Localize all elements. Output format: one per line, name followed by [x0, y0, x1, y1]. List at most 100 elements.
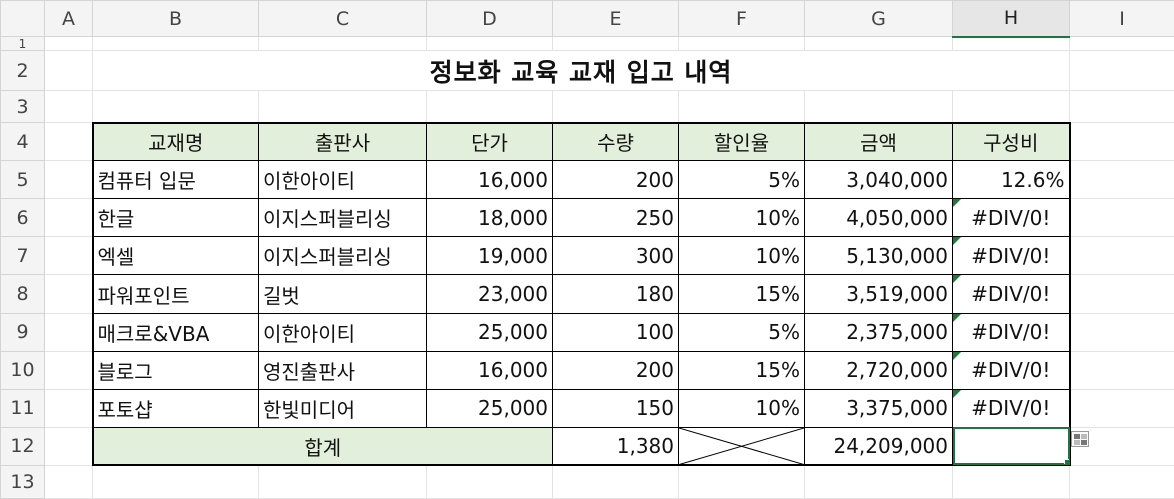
amount-cell[interactable]: 5,130,000 — [804, 236, 953, 276]
discount-cell[interactable]: 5% — [678, 160, 805, 200]
discount-cell[interactable]: 10% — [678, 388, 805, 428]
cell[interactable] — [1069, 350, 1174, 390]
cell[interactable] — [804, 90, 953, 124]
cell[interactable] — [1069, 90, 1174, 124]
price-cell[interactable]: 19,000 — [426, 236, 553, 276]
cell[interactable] — [92, 90, 259, 124]
publisher-cell[interactable]: 이한아이티 — [258, 312, 427, 352]
cell[interactable] — [426, 464, 553, 499]
share-cell[interactable]: #DIV/0! — [952, 350, 1071, 390]
share-cell[interactable]: #DIV/0! — [952, 312, 1071, 352]
price-cell[interactable]: 16,000 — [426, 160, 553, 200]
column-header-c[interactable]: C — [258, 0, 427, 37]
row-header-1[interactable]: 1 — [0, 35, 45, 52]
quick-analysis-icon[interactable] — [1071, 431, 1089, 447]
book-name-cell[interactable]: 포토샵 — [91, 388, 259, 428]
error-indicator-icon[interactable] — [953, 275, 961, 284]
amount-cell[interactable]: 2,375,000 — [804, 312, 953, 352]
cell[interactable] — [552, 90, 679, 124]
fill-handle[interactable] — [1063, 459, 1068, 464]
publisher-cell[interactable]: 이지스퍼블리싱 — [258, 198, 427, 238]
cell[interactable] — [678, 90, 805, 124]
cell[interactable] — [678, 464, 805, 499]
publisher-cell[interactable]: 길벗 — [258, 274, 427, 314]
row-header-8[interactable]: 8 — [0, 274, 45, 314]
cell[interactable] — [44, 350, 93, 390]
cell[interactable] — [92, 35, 259, 52]
column-header-d[interactable]: D — [426, 0, 553, 37]
error-indicator-icon[interactable] — [953, 199, 961, 208]
cell[interactable] — [258, 90, 427, 124]
publisher-cell[interactable]: 한빛미디어 — [258, 388, 427, 428]
cell[interactable] — [1069, 236, 1174, 276]
cell[interactable] — [44, 198, 93, 238]
column-header-f[interactable]: F — [678, 0, 805, 37]
cell[interactable] — [44, 464, 93, 499]
share-cell[interactable]: #DIV/0! — [952, 236, 1071, 276]
total-quantity[interactable]: 1,380 — [552, 426, 679, 467]
cell[interactable] — [44, 160, 93, 200]
cell[interactable] — [44, 388, 93, 428]
price-cell[interactable]: 25,000 — [426, 388, 553, 428]
cell[interactable] — [44, 426, 93, 466]
column-header-e[interactable]: E — [552, 0, 679, 37]
price-cell[interactable]: 25,000 — [426, 312, 553, 352]
row-header-4[interactable]: 4 — [0, 122, 45, 162]
cell[interactable] — [426, 90, 553, 124]
cell[interactable] — [44, 236, 93, 276]
quantity-cell[interactable]: 100 — [552, 312, 679, 352]
cell[interactable] — [1069, 464, 1174, 499]
quantity-cell[interactable]: 180 — [552, 274, 679, 314]
publisher-cell[interactable]: 이지스퍼블리싱 — [258, 236, 427, 276]
cell[interactable] — [258, 35, 427, 52]
error-indicator-icon[interactable] — [953, 352, 961, 360]
quantity-cell[interactable]: 200 — [552, 350, 679, 390]
cell[interactable] — [92, 464, 259, 499]
column-header-h[interactable]: H — [952, 0, 1070, 38]
column-header-g[interactable]: G — [804, 0, 953, 37]
row-header-6[interactable]: 6 — [0, 198, 45, 238]
cell[interactable] — [44, 274, 93, 314]
cell[interactable] — [1069, 50, 1174, 92]
book-name-cell[interactable]: 엑셀 — [91, 236, 259, 276]
share-cell[interactable]: #DIV/0! — [952, 388, 1071, 428]
cell[interactable] — [804, 35, 953, 52]
total-amount[interactable]: 24,209,000 — [804, 426, 953, 467]
header-price[interactable]: 단가 — [426, 121, 553, 162]
cell[interactable] — [552, 464, 679, 499]
share-cell[interactable]: 12.6% — [952, 160, 1071, 200]
header-discount[interactable]: 할인율 — [678, 121, 805, 162]
row-header-2[interactable]: 2 — [0, 50, 45, 92]
row-header-3[interactable]: 3 — [0, 90, 45, 124]
error-indicator-icon[interactable] — [953, 237, 961, 246]
discount-cell[interactable]: 15% — [678, 274, 805, 314]
quantity-cell[interactable]: 250 — [552, 198, 679, 238]
diagonal-cross-cell[interactable] — [678, 426, 805, 467]
book-name-cell[interactable]: 블로그 — [91, 350, 259, 390]
cell[interactable] — [1069, 388, 1174, 428]
amount-cell[interactable]: 4,050,000 — [804, 198, 953, 238]
amount-cell[interactable]: 3,040,000 — [804, 160, 953, 200]
share-cell[interactable]: #DIV/0! — [952, 274, 1071, 314]
cell[interactable] — [258, 464, 427, 499]
discount-cell[interactable]: 10% — [678, 236, 805, 276]
cell[interactable] — [1069, 160, 1174, 200]
book-name-cell[interactable]: 파워포인트 — [91, 274, 259, 314]
row-header-10[interactable]: 10 — [0, 350, 45, 390]
discount-cell[interactable]: 5% — [678, 312, 805, 352]
discount-cell[interactable]: 15% — [678, 350, 805, 390]
discount-cell[interactable]: 10% — [678, 198, 805, 238]
cell[interactable] — [44, 312, 93, 352]
cell[interactable] — [1069, 122, 1174, 162]
cell[interactable] — [44, 122, 93, 162]
share-cell[interactable]: #DIV/0! — [952, 198, 1071, 238]
cell[interactable] — [1069, 198, 1174, 238]
column-header-b[interactable]: B — [92, 0, 259, 37]
column-header-i[interactable]: I — [1069, 0, 1174, 37]
cell[interactable] — [426, 35, 553, 52]
header-amount[interactable]: 금액 — [804, 121, 953, 162]
amount-cell[interactable]: 3,519,000 — [804, 274, 953, 314]
active-cell-h12[interactable] — [952, 426, 1071, 467]
cell[interactable] — [44, 35, 93, 52]
cell[interactable] — [1069, 35, 1174, 52]
